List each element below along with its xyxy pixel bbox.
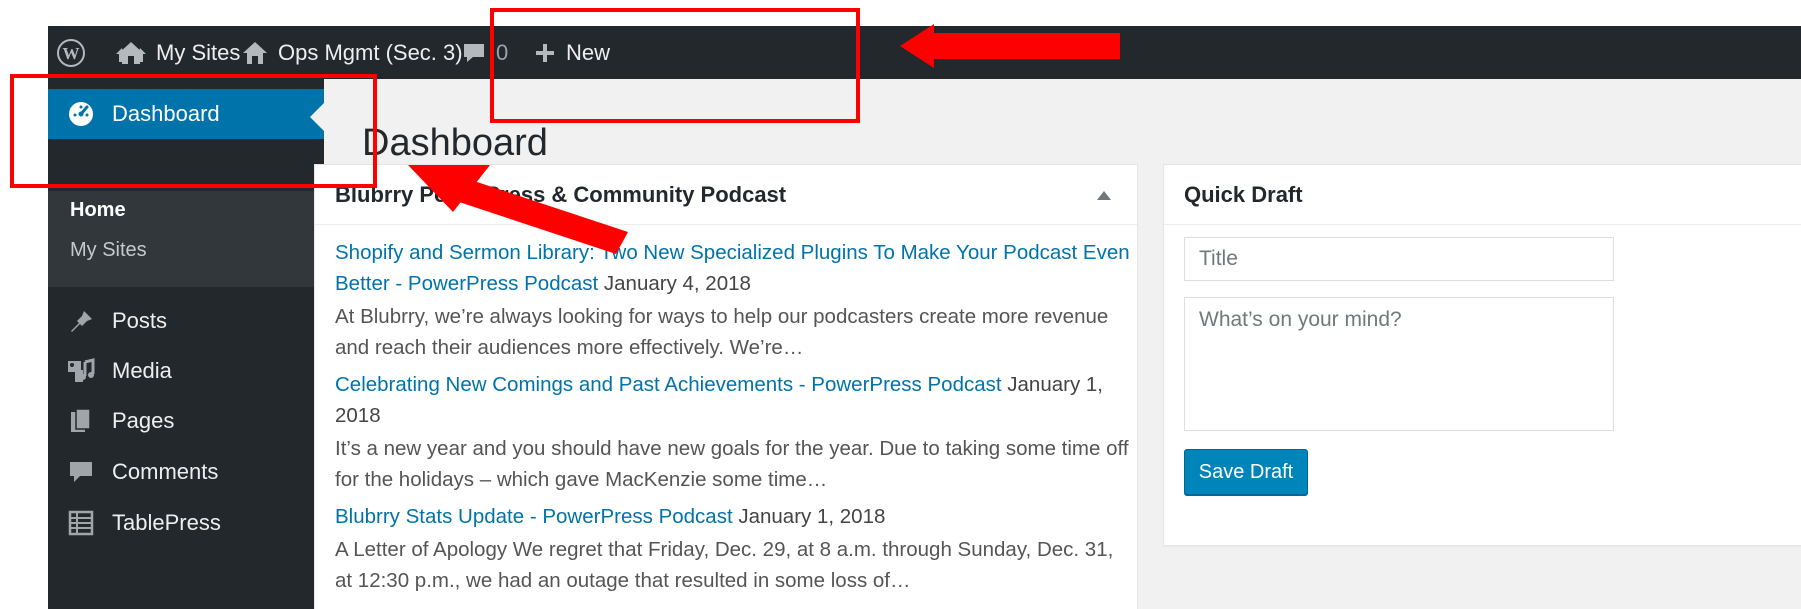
my-sites-label: My Sites [156,39,241,65]
sidebar-item-pages[interactable]: Pages [48,397,324,445]
rss-item-summary: A Letter of Apology We regret that Frida… [335,538,1114,592]
list-item: Celebrating New Comings and Past Achieve… [335,369,1135,495]
sidebar-item-media-label: Media [112,358,172,383]
comment-bubble-icon [464,43,484,62]
collapse-arrow-icon[interactable] [1097,191,1111,200]
sidebar-item-media[interactable]: Media [48,347,324,395]
media-icon [66,356,96,386]
rss-feed-list: Shopify and Sermon Library: Two New Spec… [335,237,1135,602]
table-icon [66,508,96,538]
my-sites-menu[interactable]: My Sites [116,26,240,79]
admin-bar: W My Sites Ops Mgmt (Sec. 3) 0 New [48,26,1801,79]
draft-title-input[interactable] [1184,237,1614,281]
quick-draft-widget: Quick Draft Save Draft [1163,164,1801,546]
sidebar-item-posts[interactable]: Posts [48,297,324,345]
annotation-box-dashboard [10,74,377,188]
submenu-item-my-sites[interactable]: My Sites [70,239,147,262]
site-name-menu[interactable]: Ops Mgmt (Sec. 3) [242,26,463,79]
dashboard-submenu: Home My Sites [48,191,324,287]
site-name-label: Ops Mgmt (Sec. 3) [278,39,463,65]
svg-text:W: W [63,44,80,63]
my-sites-icon [116,41,146,64]
sidebar-item-tablepress-label: TablePress [112,510,221,535]
save-draft-button[interactable]: Save Draft [1184,449,1308,495]
news-widget: Blubrry PowerPress & Community Podcast S… [314,164,1138,609]
pin-icon [66,306,96,336]
pages-icon [66,406,96,436]
annotation-box-new-menu [490,8,860,123]
submenu-item-home[interactable]: Home [70,199,126,222]
sidebar-item-comments[interactable]: Comments [48,448,324,496]
rss-item-link[interactable]: Blubrry Stats Update - PowerPress Podcas… [335,505,733,528]
wordpress-logo-icon: W [57,38,85,67]
news-widget-header[interactable]: Blubrry PowerPress & Community Podcast [315,165,1137,225]
news-widget-title: Blubrry PowerPress & Community Podcast [335,181,787,207]
page-title: Dashboard [362,122,548,164]
comment-icon [66,457,96,487]
list-item: Shopify and Sermon Library: Two New Spec… [335,237,1135,363]
rss-item-link[interactable]: Celebrating New Comings and Past Achieve… [335,373,1002,396]
rss-item-summary: It’s a new year and you should have new … [335,437,1129,491]
quick-draft-header[interactable]: Quick Draft [1164,165,1801,225]
sidebar-item-pages-label: Pages [112,408,175,433]
sidebar-item-tablepress[interactable]: TablePress [48,499,324,547]
list-item: Blubrry Stats Update - PowerPress Podcas… [335,501,1135,596]
rss-item-date: January 4, 2018 [603,272,751,295]
home-icon [243,41,267,64]
rss-item-summary: At Blubrry, we’re always looking for way… [335,305,1109,359]
sidebar-item-comments-label: Comments [112,459,219,484]
rss-item-date: January 1, 2018 [738,505,886,528]
quick-draft-title: Quick Draft [1184,181,1303,207]
wordpress-logo-button[interactable]: W [56,26,86,79]
sidebar-item-posts-label: Posts [112,308,168,333]
draft-content-textarea[interactable] [1184,297,1614,431]
